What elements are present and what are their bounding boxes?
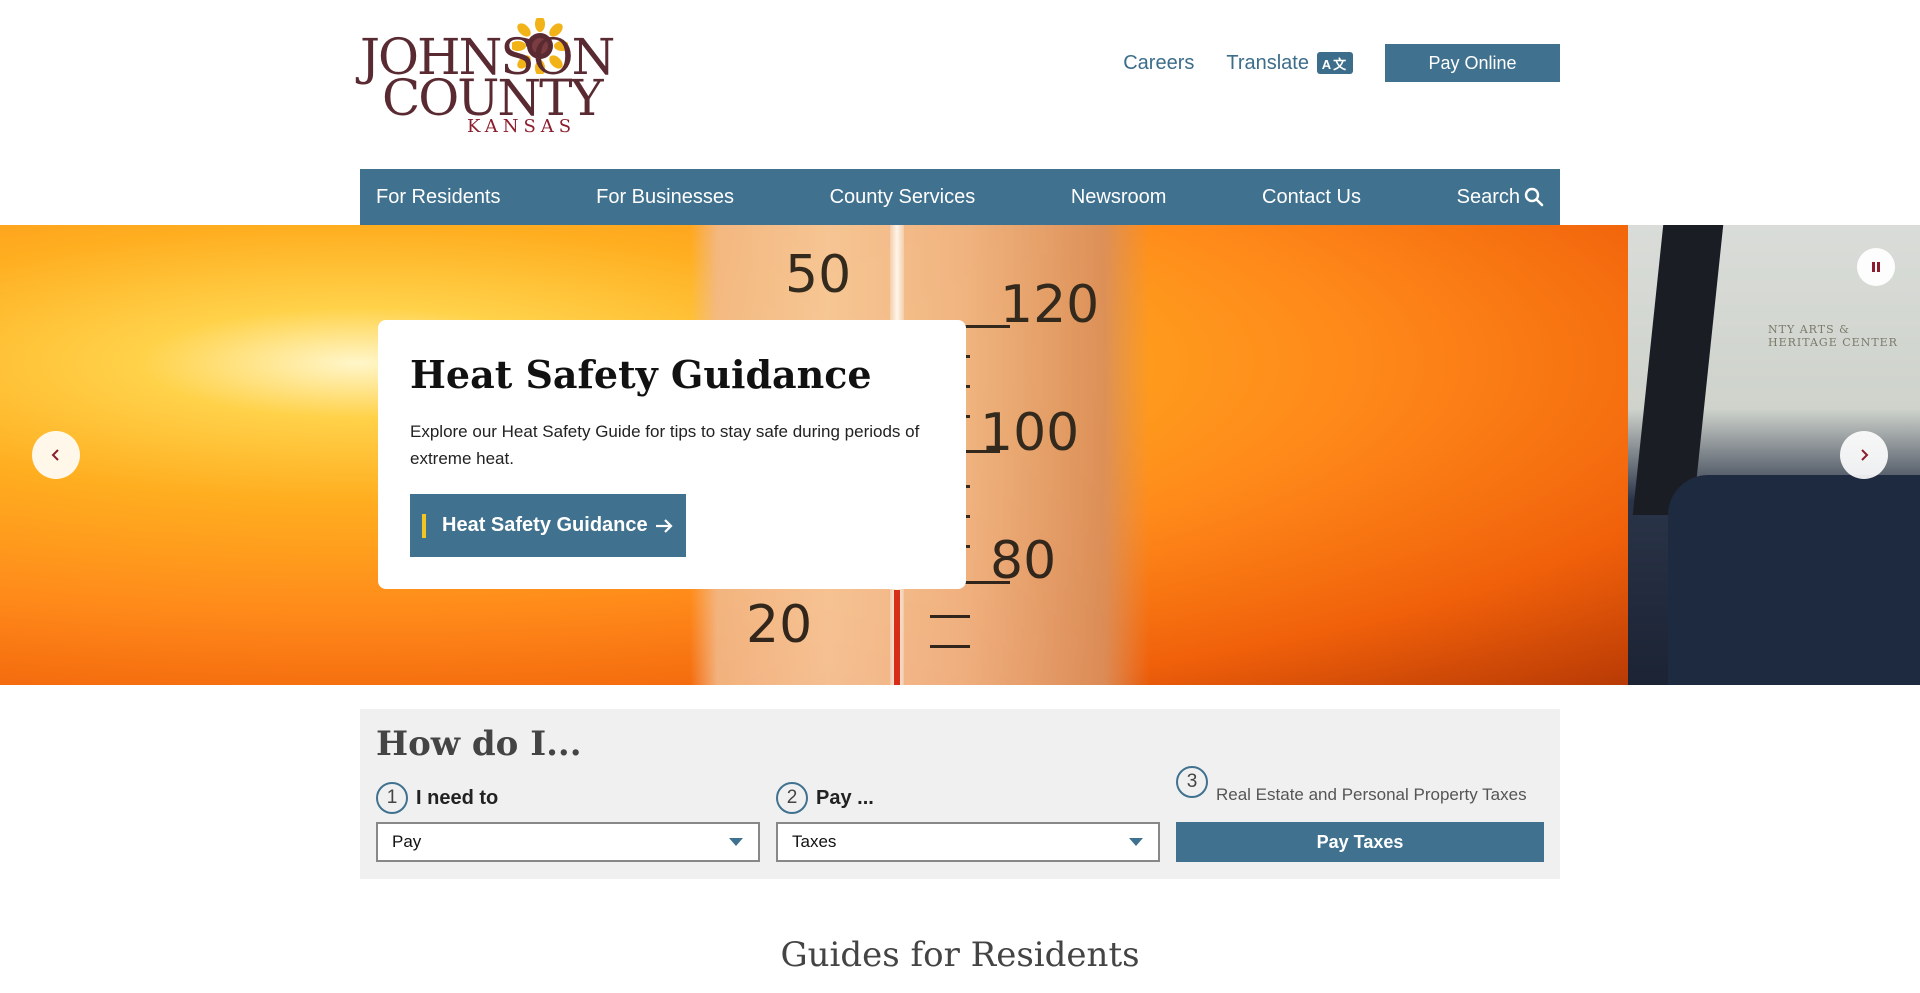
- step-1-label: I need to: [416, 786, 499, 809]
- translate-label: Translate: [1226, 51, 1309, 74]
- hero-title: Heat Safety Guidance: [410, 352, 872, 397]
- chevron-left-icon: [51, 449, 59, 461]
- nav-newsroom[interactable]: Newsroom: [1071, 186, 1167, 209]
- step-3-number: 3: [1176, 766, 1208, 798]
- how-do-i-panel: How do I... 1 I need to Pay 2 Pay ... Ta…: [360, 709, 1560, 879]
- logo-line-kansas: KANSAS: [467, 116, 577, 137]
- step-3-description-wrap: Real Estate and Personal Property Taxes: [1216, 785, 1527, 805]
- translate-icon: A文: [1317, 52, 1353, 74]
- thermometer-mercury: [894, 590, 900, 685]
- pause-icon: [1872, 262, 1880, 272]
- thermo-number: 120: [1000, 275, 1100, 335]
- accent-bar: [422, 513, 426, 538]
- thermo-number: 50: [785, 245, 852, 305]
- step-2-label: Pay ...: [816, 786, 874, 809]
- how-do-i-title: How do I...: [376, 724, 582, 764]
- thermo-tick: [930, 645, 970, 648]
- step-3-header: 3: [1176, 766, 1216, 798]
- careers-link[interactable]: Careers: [1123, 52, 1194, 75]
- carousel-pause-button[interactable]: [1857, 248, 1895, 286]
- thermo-number: 100: [980, 403, 1080, 463]
- step-2-header: 2 Pay ...: [776, 782, 874, 814]
- arrow-right-icon: [655, 518, 673, 533]
- utility-links: Careers Translate A文 Pay Online: [1123, 44, 1560, 82]
- nav-county-services[interactable]: County Services: [830, 186, 976, 209]
- caret-down-icon: [1129, 838, 1143, 846]
- heritage-center-sign: NTY ARTS & HERITAGE CENTER: [1768, 323, 1898, 349]
- hero-card: Heat Safety Guidance Explore our Heat Sa…: [378, 320, 966, 589]
- i-need-to-select[interactable]: Pay: [376, 822, 760, 862]
- translate-link[interactable]: Translate A文: [1226, 52, 1353, 75]
- step-2-number: 2: [776, 782, 808, 814]
- thermo-tick: [930, 615, 970, 618]
- car-seat: [1668, 475, 1920, 685]
- pay-value: Taxes: [792, 832, 837, 851]
- guides-for-residents-heading: Guides for Residents: [780, 935, 1140, 975]
- chevron-right-icon: [1861, 449, 1869, 461]
- hero-description: Explore our Heat Safety Guide for tips t…: [410, 422, 920, 468]
- caret-down-icon: [729, 838, 743, 846]
- carousel-next-button[interactable]: [1840, 431, 1888, 479]
- step-1-header: 1 I need to: [376, 782, 498, 814]
- heat-safety-guidance-button[interactable]: Heat Safety Guidance: [410, 494, 686, 557]
- nav-for-businesses[interactable]: For Businesses: [596, 186, 734, 209]
- carousel-prev-button[interactable]: [32, 431, 80, 479]
- hero-button-label: Heat Safety Guidance: [442, 514, 648, 536]
- hero-carousel: 50 120 100 80 20 NTY ARTS & HERITAGE CEN…: [0, 225, 1920, 685]
- nav-for-residents[interactable]: For Residents: [376, 186, 501, 209]
- pay-online-button[interactable]: Pay Online: [1385, 44, 1560, 82]
- car-door-frame: [1632, 225, 1724, 515]
- pay-select[interactable]: Taxes: [776, 822, 1160, 862]
- johnson-county-logo[interactable]: JOHNSON COUNTY KANSAS: [360, 18, 615, 138]
- thermo-number: 20: [746, 595, 813, 655]
- site-header: JOHNSON COUNTY KANSAS Careers Translate …: [360, 0, 1560, 169]
- pay-taxes-button[interactable]: Pay Taxes: [1176, 822, 1544, 862]
- main-nav: For Residents For Businesses County Serv…: [360, 169, 1560, 225]
- step-3-description: Real Estate and Personal Property Taxes: [1216, 785, 1527, 804]
- nav-search[interactable]: Search: [1457, 186, 1544, 209]
- step-1-number: 1: [376, 782, 408, 814]
- search-label: Search: [1456, 185, 1520, 208]
- search-icon: [1524, 187, 1544, 207]
- i-need-to-value: Pay: [392, 832, 422, 851]
- nav-contact-us[interactable]: Contact Us: [1262, 186, 1361, 209]
